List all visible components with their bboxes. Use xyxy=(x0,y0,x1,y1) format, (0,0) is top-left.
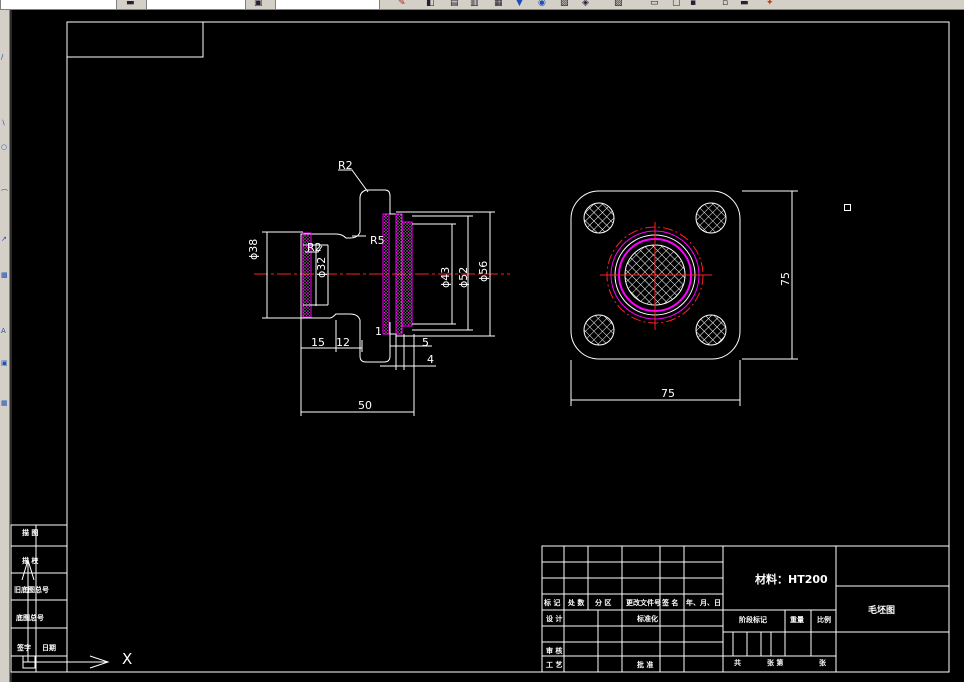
block-tool-icon[interactable]: ▣ xyxy=(1,360,8,367)
side-view xyxy=(570,190,798,406)
redo-icon[interactable]: ▥ xyxy=(470,0,479,8)
left-table-row5: 签字 xyxy=(17,644,31,652)
copy-icon[interactable]: ✎ xyxy=(398,0,406,8)
bolt-hole xyxy=(695,314,727,346)
otrack-icon[interactable]: ▫ xyxy=(722,0,728,8)
sheet-label: 张 xyxy=(819,659,826,667)
drawing-canvas[interactable]: R2 R2 R5 ϕ38 ϕ32 ϕ43 ϕ52 ϕ56 15 12 1 5 4… xyxy=(10,10,964,682)
dim-d32: ϕ32 xyxy=(315,256,328,278)
undo-icon[interactable]: ▤ xyxy=(450,0,459,8)
standardized-label: 标准化 xyxy=(637,615,658,623)
left-table-row1: 描 图 xyxy=(22,529,39,537)
print-icon[interactable]: ▣ xyxy=(254,0,263,8)
stage-mark-label: 阶段标记 xyxy=(739,616,767,624)
approver-label: 批 准 xyxy=(637,661,654,669)
arc-tool-icon[interactable]: ⌒ xyxy=(1,190,8,197)
text-tool-icon[interactable]: A xyxy=(1,328,6,335)
left-table-row3: 旧底图总号 xyxy=(14,586,49,594)
layer-dropdown[interactable] xyxy=(0,0,117,9)
properties-icon[interactable]: ◉ xyxy=(538,0,546,8)
draw-tool-icon[interactable]: / xyxy=(1,54,6,61)
bolt-hole xyxy=(695,202,727,234)
head-date: 年、月、日 xyxy=(686,599,721,607)
toolbar: ▬ ▣ ✎ ◧ ▤ ▥ ▦ ▼ ◉ ▧ ◈ ▨ ▭ ▢ ▪ ▫ ▬ ✦ xyxy=(0,0,964,10)
dim-4: 4 xyxy=(427,353,434,366)
dim-r5: R5 xyxy=(370,234,385,247)
line-tool-icon[interactable]: ∖ xyxy=(1,120,6,127)
osnap-icon[interactable]: ▪ xyxy=(690,0,696,8)
bolt-hole xyxy=(583,314,615,346)
spigot-hatch xyxy=(395,213,403,335)
linetype-dropdown[interactable] xyxy=(146,0,246,9)
left-table-row4: 底图总号 xyxy=(16,614,44,622)
circle-tool-icon[interactable]: ○ xyxy=(1,144,7,151)
dim-12: 12 xyxy=(336,336,350,349)
hatch-tool-icon[interactable]: ▩ xyxy=(1,272,8,279)
bolt-hole xyxy=(583,202,615,234)
pan-icon[interactable]: ▼ xyxy=(516,0,523,8)
ortho-icon[interactable]: ▭ xyxy=(650,0,659,8)
dim-d52: ϕ52 xyxy=(457,266,470,288)
polar-icon[interactable]: ▢ xyxy=(672,0,681,8)
zoom-icon[interactable]: ▦ xyxy=(494,0,503,8)
reviewer-label: 审 核 xyxy=(546,647,563,655)
left-table-row2: 描 校 xyxy=(22,557,39,565)
left-toolbar: / ∖ ○ ⌒ ↗ ▩ A ▣ ▦ xyxy=(0,10,10,682)
tool-icon[interactable]: ▬ xyxy=(126,0,135,8)
paste-icon[interactable]: ◧ xyxy=(426,0,435,8)
snap-icon[interactable]: ◈ xyxy=(582,0,589,8)
lwt-icon[interactable]: ▬ xyxy=(740,0,749,8)
head-change-doc: 更改文件号 xyxy=(626,599,661,607)
head-mark: 标 记 xyxy=(544,599,561,607)
dim-1: 1 xyxy=(375,325,382,338)
dim-5: 5 xyxy=(422,336,429,349)
lineweight-dropdown[interactable] xyxy=(275,0,380,9)
dim-d43: ϕ43 xyxy=(439,266,452,288)
layer-icon[interactable]: ▧ xyxy=(560,0,569,8)
render-icon[interactable]: ✦ xyxy=(766,0,774,8)
dim-side-height: 75 xyxy=(779,272,792,286)
head-zone: 分 区 xyxy=(595,599,612,607)
sheets-label: 张 第 xyxy=(767,659,784,667)
process-label: 工 艺 xyxy=(546,661,563,669)
dim-50: 50 xyxy=(358,399,372,412)
head-count: 处 数 xyxy=(568,599,585,607)
drawing-name: 毛坯图 xyxy=(868,606,896,616)
material-label: 材料：HT200 xyxy=(755,573,828,586)
flange-face-hatch xyxy=(382,213,390,335)
dim-r2-left: R2 xyxy=(307,241,322,254)
dim-side-width: 75 xyxy=(661,387,675,400)
pickbox-marker xyxy=(844,204,851,211)
scale-label: 比例 xyxy=(817,616,831,624)
code-box xyxy=(66,21,204,58)
table-tool-icon[interactable]: ▦ xyxy=(1,400,8,407)
left-table-row6: 日期 xyxy=(42,644,56,652)
front-view xyxy=(254,169,510,416)
bore-hatch xyxy=(401,221,413,327)
dim-d38: ϕ38 xyxy=(247,238,260,260)
dim-15: 15 xyxy=(311,336,325,349)
head-sign: 签 名 xyxy=(662,599,679,607)
ucs-x-label: X xyxy=(122,650,133,668)
total-label: 共 xyxy=(734,659,741,667)
weight-label: 重量 xyxy=(790,616,804,624)
dim-d56: ϕ56 xyxy=(477,260,490,282)
designer-label: 设 计 xyxy=(546,615,563,623)
dim-r2-top: R2 xyxy=(338,159,353,172)
polyline-tool-icon[interactable]: ↗ xyxy=(1,236,7,243)
grid-icon[interactable]: ▨ xyxy=(614,0,623,8)
